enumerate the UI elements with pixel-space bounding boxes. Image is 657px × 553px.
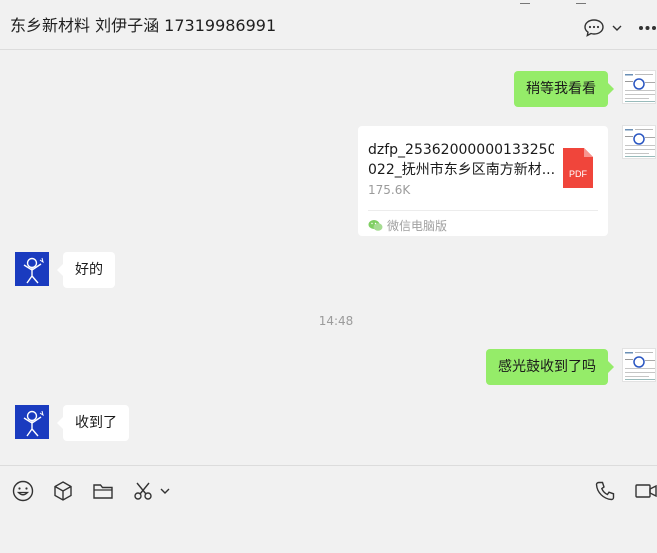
chat-bubble-icon <box>584 19 604 37</box>
file-message-card[interactable]: dzfp_25362000000133250 022_抚州市东乡区南方新材...… <box>358 126 608 236</box>
bubble-tail <box>608 361 614 373</box>
scissors-icon <box>134 482 152 500</box>
send-file-button[interactable] <box>92 480 114 502</box>
voice-call-button[interactable] <box>594 480 616 502</box>
window-control-hint <box>576 0 586 4</box>
emoji-button[interactable] <box>12 480 34 502</box>
file-name-line: dzfp_25362000000133250 <box>368 142 554 158</box>
bubble-tail <box>608 83 614 95</box>
message-bubble-received[interactable]: 好的 <box>63 252 115 288</box>
avatar-self[interactable] <box>622 70 656 104</box>
cube-icon <box>54 481 72 501</box>
avatar-self[interactable] <box>622 125 656 159</box>
video-icon <box>635 484 657 498</box>
avatar-contact[interactable] <box>15 252 49 286</box>
message-list[interactable]: 稍等我看看 dzfp_25362000000133250 022_抚州市东乡区南… <box>0 51 657 465</box>
chat-title: 东乡新材料 刘伊子涵 17319986991 <box>10 16 277 35</box>
message-timestamp: 14:48 <box>318 314 354 328</box>
file-source-label: 微信电脑版 <box>387 219 448 233</box>
file-name-line: 022_抚州市东乡区南方新材... <box>368 162 554 178</box>
chat-window: 东乡新材料 刘伊子涵 17319986991 稍等我看看 dzfp_253620… <box>0 0 657 553</box>
avatar-document-image <box>623 126 655 158</box>
video-call-button[interactable] <box>635 480 657 502</box>
composer <box>0 465 657 553</box>
more-button[interactable] <box>638 25 657 31</box>
stick-figure-avatar-image <box>16 253 48 285</box>
pdf-badge-text: PDF <box>569 169 588 179</box>
avatar-contact[interactable] <box>15 405 49 439</box>
chat-header: 东乡新材料 刘伊子涵 17319986991 <box>0 0 657 50</box>
file-size: 175.6K <box>368 183 411 197</box>
message-bubble-sent[interactable]: 稍等我看看 <box>514 71 608 107</box>
file-source: 微信电脑版 <box>368 217 447 234</box>
phone-icon <box>595 481 615 501</box>
chat-info-button[interactable] <box>583 18 624 38</box>
message-bubble-sent[interactable]: 感光鼓收到了吗 <box>486 349 608 385</box>
favorites-button[interactable] <box>52 480 74 502</box>
screenshot-button[interactable] <box>132 480 171 502</box>
window-control-hint <box>520 0 530 4</box>
wechat-icon <box>368 220 383 231</box>
avatar-document-image <box>623 71 655 103</box>
message-bubble-received[interactable]: 收到了 <box>63 405 129 441</box>
avatar-document-image <box>623 349 655 381</box>
file-card-divider <box>368 210 598 211</box>
folder-icon <box>93 484 113 499</box>
chevron-down-icon <box>612 25 622 31</box>
file-name: dzfp_25362000000133250 022_抚州市东乡区南方新材... <box>368 140 554 180</box>
stick-figure-avatar-image <box>16 406 48 438</box>
emoji-icon <box>12 480 34 502</box>
chevron-down-icon[interactable] <box>159 486 171 496</box>
more-icon <box>639 26 656 30</box>
pdf-file-icon: PDF <box>563 148 593 188</box>
avatar-self[interactable] <box>622 348 656 382</box>
